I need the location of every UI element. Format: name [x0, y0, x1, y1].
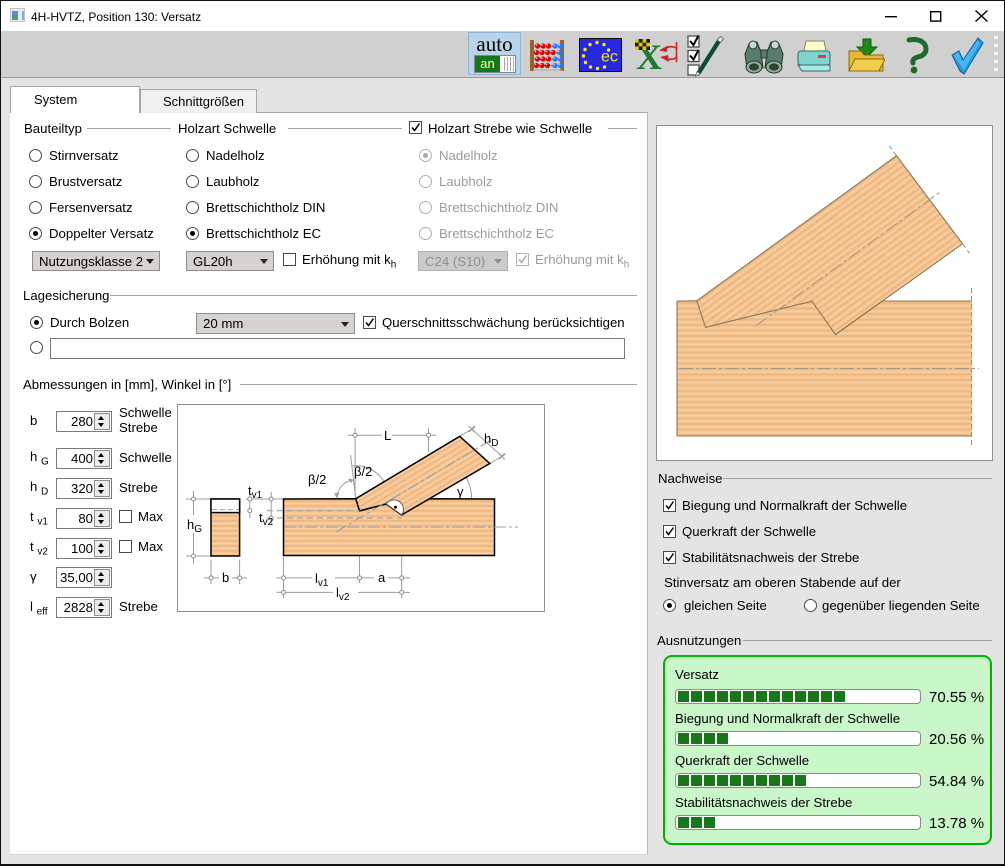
svg-text:L: L [384, 428, 391, 443]
svg-text:γ: γ [457, 484, 464, 499]
svg-text:lv1: lv1 [315, 571, 329, 589]
svg-text:hG: hG [187, 517, 202, 535]
svg-text:β/2: β/2 [308, 472, 326, 487]
svg-text:β/2: β/2 [354, 464, 372, 479]
svg-text:b: b [222, 570, 229, 585]
svg-text:lv2: lv2 [336, 585, 350, 603]
svg-text:hD: hD [484, 431, 498, 449]
svg-text:a: a [378, 570, 386, 585]
